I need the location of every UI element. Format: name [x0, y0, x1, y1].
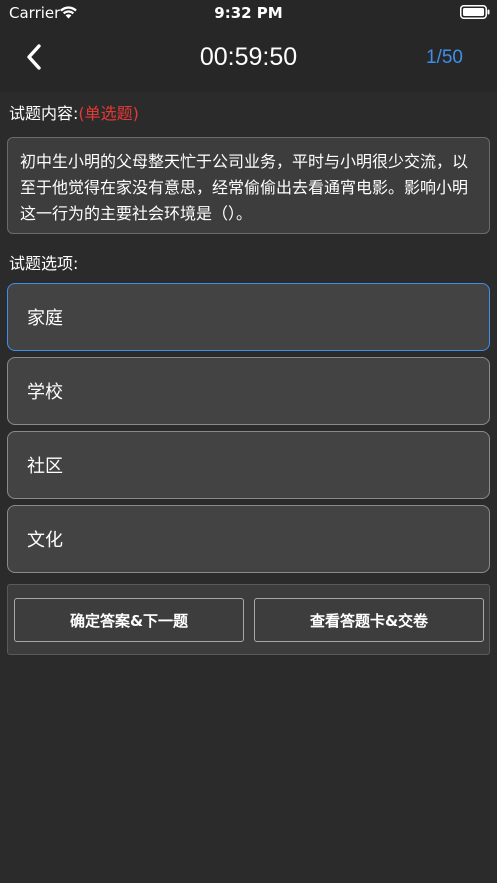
nav-bar: 00:59:50 1/50 — [0, 26, 497, 92]
status-bar: Carrier 9:32 PM — [0, 0, 497, 26]
answer-card-submit-button[interactable]: 查看答题卡&交卷 — [254, 598, 484, 642]
option-c[interactable]: 社区 — [7, 431, 490, 499]
option-label: 学校 — [27, 382, 63, 403]
question-text: 初中生小明的父母整天忙于公司业务，平时与小明很少交流，以至于他觉得在家没有意思，… — [7, 137, 490, 234]
question-label-text: 试题内容: — [9, 104, 79, 123]
option-a[interactable]: 家庭 — [7, 283, 490, 351]
question-content-label: 试题内容:(单选题) — [9, 100, 139, 124]
option-label: 文化 — [27, 530, 63, 551]
confirm-next-button[interactable]: 确定答案&下一题 — [14, 598, 244, 642]
clock-time: 9:32 PM — [214, 4, 283, 22]
option-label: 家庭 — [27, 308, 63, 329]
exam-screen: Carrier 9:32 PM 00:59:50 1/50 试题内容:(单选题)… — [0, 0, 497, 883]
option-d[interactable]: 文化 — [7, 505, 490, 573]
question-type-badge: (单选题) — [78, 104, 139, 123]
question-progress[interactable]: 1/50 — [426, 47, 463, 69]
option-label: 社区 — [27, 456, 63, 477]
option-b[interactable]: 学校 — [7, 357, 490, 425]
options-label: 试题选项: — [9, 254, 79, 273]
action-bar: 确定答案&下一题 查看答题卡&交卷 — [7, 584, 490, 655]
countdown-timer: 00:59:50 — [199, 43, 298, 71]
battery-icon — [460, 5, 490, 19]
